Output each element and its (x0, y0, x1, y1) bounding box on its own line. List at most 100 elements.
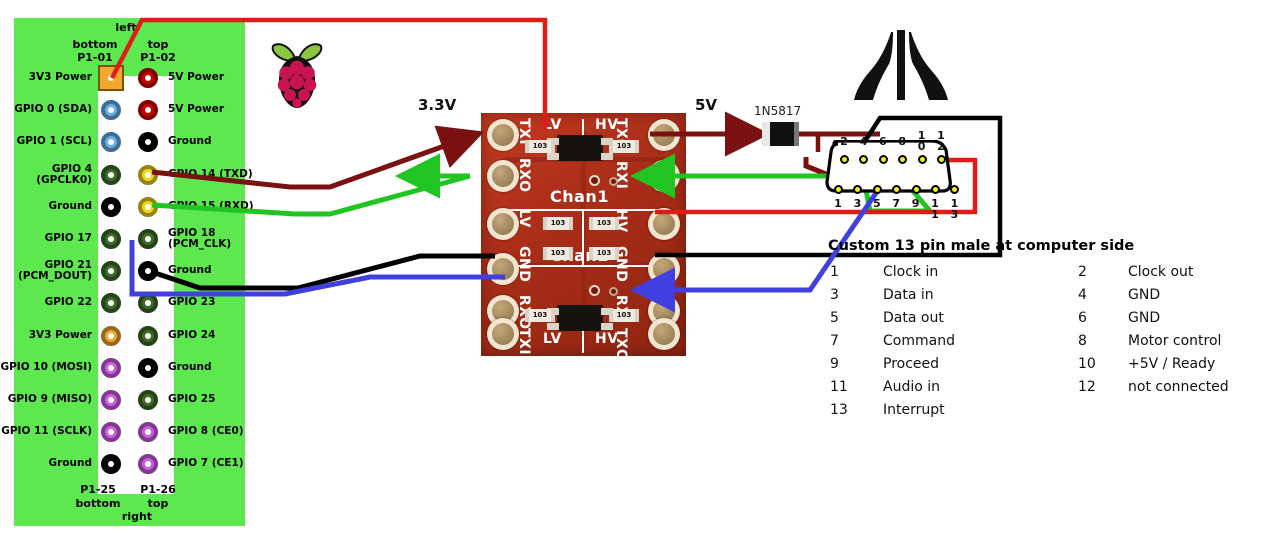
mosfet-chan1 (557, 135, 603, 161)
gpio-label-right-7: GPIO 23 (168, 296, 216, 309)
pin-table-right-name-4: GND (1128, 287, 1161, 303)
gpio-pin-left-8[interactable] (101, 325, 121, 346)
connector-hole-pin-10[interactable] (917, 155, 927, 164)
gpio-pin-right-9[interactable] (138, 357, 158, 378)
gpio-pin-right-5[interactable] (138, 229, 158, 249)
pin-table-left-num-13: 13 (830, 402, 848, 418)
pin-table-right-name-12: not connected (1128, 379, 1229, 395)
pin-table-left-name-7: Command (883, 333, 955, 349)
resistor-r3: 103 (543, 217, 573, 230)
gpio-pin-right-3[interactable] (138, 164, 158, 185)
pad-lv-txi-top[interactable] (487, 119, 519, 151)
gpio-caption-left: left (115, 21, 137, 34)
connector-hole-pin-2[interactable] (840, 155, 849, 164)
connector-num-4: 4 (859, 135, 868, 148)
gpio-caption-top: top (147, 38, 169, 51)
connector-hole-pin-5[interactable] (872, 185, 882, 194)
resistor-r5: 103 (543, 247, 573, 260)
pin-table-right-num-12: 12 (1078, 379, 1096, 395)
silk-label-lv-top: LV (543, 117, 562, 133)
via-dot-4 (609, 287, 618, 296)
connector-hole-pin-1[interactable] (834, 185, 843, 194)
pad-lv-rxo-top[interactable] (487, 160, 519, 192)
gpio-pin-left-4[interactable] (101, 196, 121, 217)
pin-table-left-num-3: 3 (830, 287, 839, 303)
mosfet-chan2 (557, 305, 603, 331)
connector-num-3: 3 (853, 197, 862, 210)
pin-table-right-name-8: Motor control (1128, 333, 1222, 349)
pin-table-right-num-10: 10 (1078, 356, 1096, 372)
pin-table-left-name-13: Interrupt (883, 402, 945, 418)
pin-table-left-name-1: Clock in (883, 264, 939, 280)
gpio-caption-p1-25: P1-25 (80, 483, 116, 496)
gpio-caption-p1-02: P1-02 (140, 51, 176, 64)
connector-num-11: 11 (931, 197, 939, 221)
connector-num-9: 9 (911, 197, 920, 210)
gpio-pin-left-3[interactable] (101, 164, 121, 185)
gpio-label-left-2: GPIO 1 (SCL) (16, 135, 92, 148)
pad-hv-gnd[interactable] (648, 253, 680, 285)
gpio-caption-p1-26: P1-26 (140, 483, 176, 496)
connector-num-13: 13 (950, 197, 959, 221)
gpio-pin-right-0[interactable] (138, 68, 158, 88)
gpio-caption-p1-01: P1-01 (77, 51, 113, 64)
silk-label-hv-top: HV (595, 117, 619, 133)
gpio-pin-right-4[interactable] (138, 196, 158, 217)
pad-hv[interactable] (648, 208, 680, 240)
diode-1n5817 (756, 122, 804, 146)
gpio-pin-right-10[interactable] (138, 390, 158, 410)
gpio-label-left-10: GPIO 9 (MISO) (7, 393, 92, 405)
gpio-label-right-2: Ground (168, 135, 212, 148)
gpio-pin-left-10[interactable] (101, 390, 121, 410)
pad-lv-txi-bot[interactable] (487, 318, 519, 350)
gpio-label-left-5: GPIO 17 (44, 232, 92, 244)
pad-hv-rxi-top[interactable] (648, 160, 680, 192)
pin-table-left-num-11: 11 (830, 379, 848, 395)
resistor-r2: 103 (609, 140, 639, 153)
pin-table-left-name-11: Audio in (883, 379, 941, 395)
gpio-caption-top2: top (147, 497, 169, 510)
gpio-label-left-8: 3V3 Power (28, 328, 92, 341)
pin-table-right-name-10: +5V / Ready (1128, 356, 1216, 372)
silk-label-chan1: Chan1 (550, 187, 609, 206)
pad-hv-txo-bot[interactable] (648, 318, 680, 350)
gpio-label-right-4: GPIO 15 (RXD) (168, 199, 254, 212)
gpio-label-right-12: GPIO 7 (CE1) (168, 457, 244, 470)
connector-hole-pin-6[interactable] (878, 155, 888, 164)
gpio-label-left-0: 3V3 Power (28, 71, 92, 83)
pin-table-left-num-1: 1 (830, 264, 839, 280)
silk-label-hv-bot: HV (595, 331, 619, 347)
via-dot-1 (589, 175, 600, 186)
pin-table-right-name-2: Clock out (1128, 264, 1194, 280)
gpio-label-right-1: 5V Power (168, 103, 224, 116)
resistor-r7: 103 (525, 309, 555, 322)
pin-table-right-name-6: GND (1128, 310, 1161, 326)
gpio-pin-right-8[interactable] (138, 325, 158, 346)
silk-label-gnd-1: GND (516, 246, 532, 283)
pin-table-right-num-4: 4 (1078, 287, 1087, 303)
connector-num-12: 12 (937, 129, 945, 153)
pin-table-left-name-3: Data in (883, 287, 934, 303)
pad-hv-txo-top[interactable] (648, 119, 680, 151)
pin-table-left-num-7: 7 (830, 333, 839, 349)
connector-hole-pin-12[interactable] (937, 155, 946, 164)
connector-hole-pin-11[interactable] (931, 185, 940, 194)
connector-hole-pin-13[interactable] (950, 185, 960, 194)
gpio-pin-left-9[interactable] (101, 357, 121, 378)
gpio-pin-left-5[interactable] (101, 229, 121, 249)
label-3v3: 3.3V (418, 96, 457, 114)
gpio-label-left-7: GPIO 22 (44, 296, 92, 309)
gpio-label-left-12: Ground (48, 457, 92, 470)
pin-table-left-name-9: Proceed (883, 356, 940, 372)
resistor-r4: 103 (589, 217, 619, 230)
connector-num-7: 7 (892, 197, 901, 210)
pad-lv-gnd[interactable] (487, 253, 519, 285)
silk-label-lv-bot: LV (543, 331, 562, 347)
gpio-caption-bottom: bottom (72, 38, 118, 51)
pad-lv[interactable] (487, 208, 519, 240)
connector-hole-pin-9[interactable] (911, 185, 921, 194)
gpio-label-left-11: GPIO 11 (SCLK) (1, 425, 92, 438)
gpio-pin-left-0[interactable] (98, 65, 124, 91)
pin-table-left-num-9: 9 (830, 356, 839, 372)
gpio-label-right-8: GPIO 24 (168, 328, 216, 341)
